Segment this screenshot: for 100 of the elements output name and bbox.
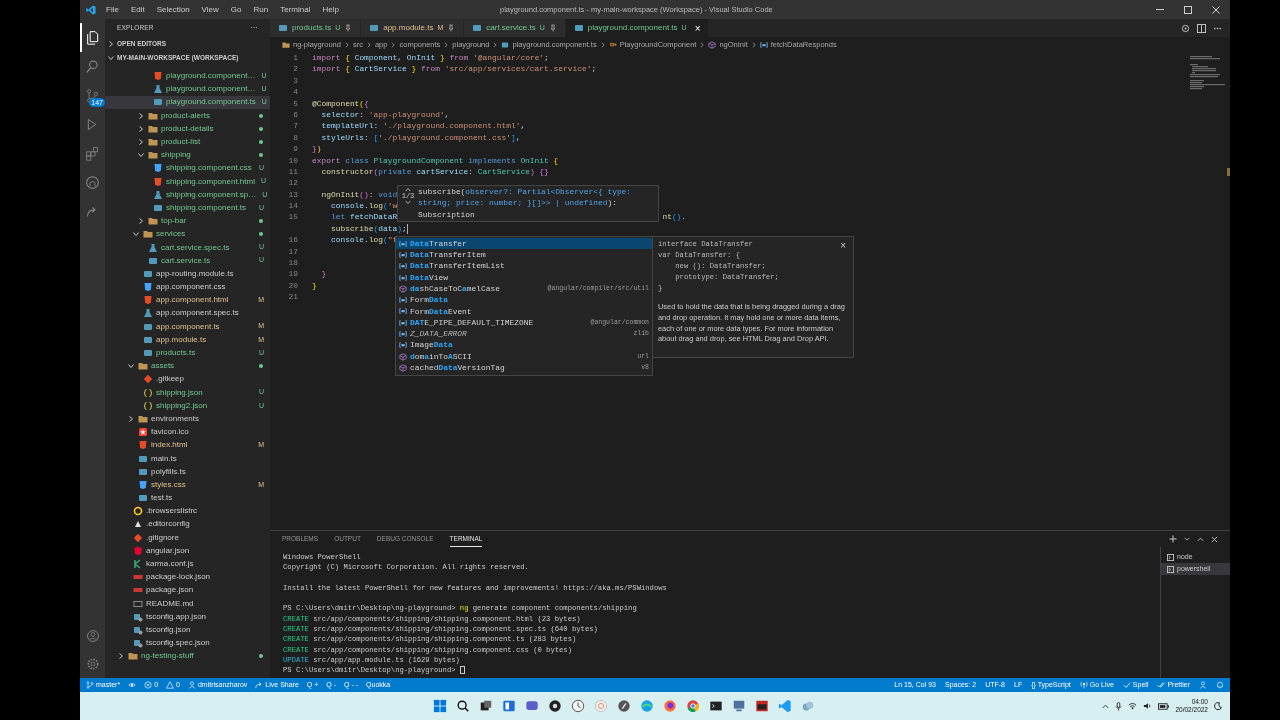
file-tree-item[interactable]: app-routing.module.ts	[105, 267, 270, 281]
menu-item[interactable]: Edit	[130, 3, 145, 16]
file-tree-item[interactable]: test.ts	[105, 491, 270, 505]
monitor-app-icon[interactable]	[732, 699, 746, 713]
fox-browser-icon[interactable]	[663, 699, 677, 713]
css-file-icon	[138, 479, 148, 490]
split-editor-icon	[1197, 23, 1206, 33]
menu-item[interactable]: Help	[322, 3, 339, 16]
html-file-icon	[153, 176, 163, 187]
folder-icon	[148, 110, 158, 121]
app-logo-icon	[86, 4, 96, 15]
more-actions-button[interactable]: ···	[250, 22, 258, 34]
screen-app-icon[interactable]	[755, 699, 769, 713]
feedback-person-icon	[1199, 681, 1207, 689]
cube-icon	[399, 352, 407, 361]
file-tree-item[interactable]: app.component.css	[105, 280, 270, 294]
compass-app-icon[interactable]	[617, 699, 631, 713]
file-tree-item[interactable]: tsconfig.app.json	[105, 610, 270, 624]
folder-icon	[138, 361, 148, 372]
ts-file-icon	[472, 23, 483, 33]
eye-icon	[128, 681, 137, 689]
file-tree-item[interactable]: product-alerts	[105, 109, 270, 123]
ring-app-icon[interactable]	[594, 699, 608, 713]
wave-browser-icon[interactable]	[640, 699, 654, 713]
search-icon[interactable]	[456, 699, 470, 713]
variable-icon	[399, 307, 407, 316]
task-view-icon[interactable]	[479, 699, 493, 713]
file-tree-item[interactable]: angular.json	[105, 544, 270, 558]
file-tree-item[interactable]: top-bar	[105, 214, 270, 228]
file-tree-item[interactable]: package.json	[105, 583, 270, 597]
circle-app-icon[interactable]	[548, 699, 562, 713]
cloud-app-icon[interactable]	[801, 699, 815, 713]
file-tree-item[interactable]: assets	[105, 359, 270, 373]
document-file-icon	[133, 598, 143, 609]
css-file-icon	[153, 163, 163, 174]
double-check-icon	[1157, 681, 1166, 689]
file-tree-item[interactable]: ng-testing-stuff	[105, 649, 270, 663]
menu-item[interactable]: Selection	[156, 3, 190, 16]
file-tree-item[interactable]: product-list	[105, 135, 270, 149]
file-tree-item[interactable]: environments	[105, 412, 270, 426]
file-tree-item[interactable]: polyfills.ts	[105, 465, 270, 479]
moon-icon	[1214, 702, 1222, 710]
file-tree-item[interactable]: package-lock.json	[105, 570, 270, 584]
star-file-icon	[138, 427, 148, 438]
gear-file-icon	[133, 638, 143, 649]
bell-button[interactable]	[1216, 681, 1224, 689]
terminal-app-icon[interactable]	[709, 699, 723, 713]
braces-file-icon	[143, 387, 153, 398]
file-tree-item[interactable]: tsconfig.spec.json	[105, 636, 270, 650]
close-icon	[1211, 535, 1218, 543]
bell-icon	[1216, 681, 1224, 689]
variable-icon	[399, 341, 407, 350]
menu-item[interactable]: View	[201, 3, 219, 16]
diamond-file-icon	[143, 374, 153, 385]
extensions-icon	[85, 146, 100, 161]
person-button[interactable]	[1199, 681, 1207, 689]
file-tree-item[interactable]: .gitignore	[105, 531, 270, 545]
menu-item[interactable]: Terminal	[280, 3, 311, 16]
gear-file-icon	[133, 624, 143, 635]
ts-file-icon	[573, 23, 584, 33]
flask-file-icon	[153, 84, 163, 95]
pin-icon	[548, 24, 557, 32]
variable-icon	[399, 318, 407, 327]
chrome-browser-icon[interactable]	[686, 699, 700, 713]
share-arrow-icon	[255, 681, 264, 689]
file-tree-item[interactable]: .editorconfig	[105, 517, 270, 532]
file-tree-item[interactable]: karma.conf.js	[105, 557, 270, 571]
file-tree-item[interactable]: .browserslistrc	[105, 504, 270, 518]
cube-icon	[399, 284, 407, 293]
file-tree-item[interactable]: shipping	[105, 148, 270, 162]
file-tree-item[interactable]: favicon.ico	[105, 425, 270, 439]
file-tree-item[interactable]: main.ts	[105, 451, 270, 466]
menu-item[interactable]: Run	[253, 3, 269, 16]
warning-icon	[166, 681, 175, 689]
vscode-app-icon[interactable]	[778, 699, 792, 713]
flask-file-icon	[143, 308, 153, 319]
sync-button[interactable]	[128, 681, 137, 689]
menu-item[interactable]: File	[106, 3, 119, 16]
close-button[interactable]: ×	[840, 238, 846, 253]
ts-file-icon	[278, 23, 288, 33]
file-tree-item[interactable]: product-details	[105, 122, 270, 136]
ts-file-icon	[369, 23, 380, 33]
file-tree-item[interactable]: .gitkeep	[105, 372, 270, 386]
clock-app-icon[interactable]	[571, 699, 585, 713]
file-tree-item[interactable]: app.component.spec.ts	[105, 306, 270, 321]
widgets-icon[interactable]	[502, 699, 516, 713]
file-tree-item[interactable]: README.md	[105, 597, 270, 611]
chat-icon[interactable]	[525, 699, 539, 713]
plus-icon	[1169, 535, 1177, 543]
menu-item[interactable]: Go	[230, 3, 242, 16]
chevron-right-icon	[127, 414, 135, 423]
folder-icon	[128, 651, 138, 662]
file-tree-item[interactable]: tsconfig.json	[105, 623, 270, 637]
windows-logo-icon[interactable]	[433, 699, 447, 713]
variable-icon	[399, 239, 407, 248]
folder-icon	[148, 150, 158, 161]
close-tab-button[interactable]: ×	[694, 20, 701, 36]
file-tree-item[interactable]: services	[105, 227, 270, 241]
branch-icon	[86, 681, 94, 689]
chevron-right-icon	[443, 41, 450, 48]
